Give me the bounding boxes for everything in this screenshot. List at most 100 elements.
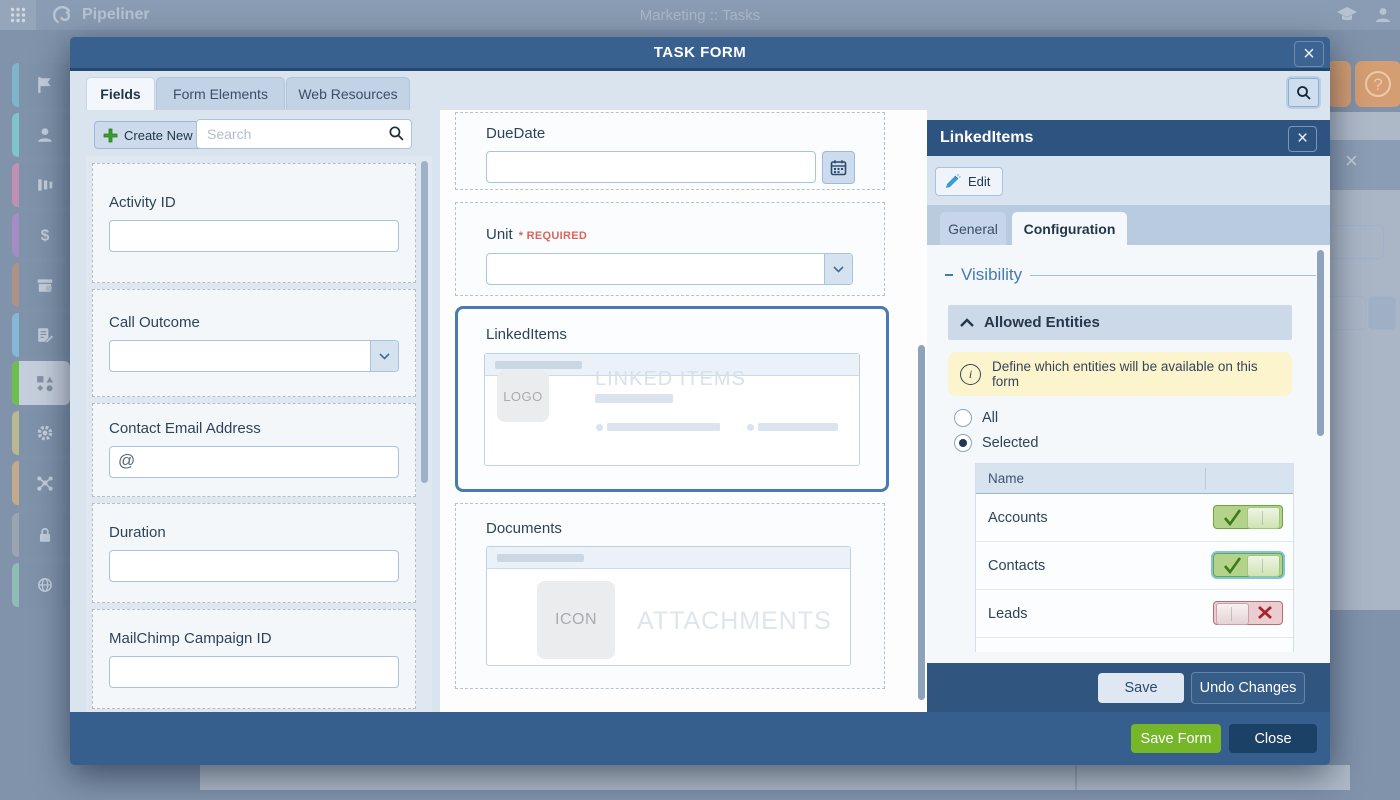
- sidebar-item-leads[interactable]: [12, 63, 70, 107]
- visibility-section-header[interactable]: Visibility: [945, 265, 1316, 285]
- web-icon: [36, 576, 54, 594]
- create-new-button[interactable]: Create New: [94, 121, 204, 149]
- academy-icon[interactable]: [1336, 6, 1358, 24]
- field-card-duration[interactable]: Duration: [92, 503, 416, 603]
- inspector-panel: LinkedItems × Edit General Configuration: [927, 120, 1330, 712]
- radio-option-all[interactable]: All: [954, 409, 998, 427]
- table-row-leads: Leads: [976, 590, 1293, 638]
- select-chevron-button[interactable]: [370, 341, 398, 371]
- required-note: * REQUIRED: [519, 230, 587, 242]
- brand: Pipeliner: [52, 0, 150, 30]
- widget-header: [487, 547, 850, 569]
- sidebar-item-security[interactable]: [12, 513, 70, 557]
- form-search-button[interactable]: [1288, 78, 1319, 107]
- dialog-close-button[interactable]: ×: [1294, 41, 1324, 67]
- allowed-entities-header[interactable]: Allowed Entities: [948, 305, 1292, 340]
- edit-label: Edit: [968, 174, 990, 189]
- linkeditems-widget-preview: LOGO LINKED ITEMS: [484, 353, 860, 466]
- tab-fields[interactable]: Fields: [86, 77, 155, 110]
- inspector-tabs: General Configuration: [927, 205, 1330, 245]
- form-canvas: DueDate Unit * REQUIRED: [440, 110, 927, 712]
- radio-option-selected[interactable]: Selected: [954, 434, 1038, 452]
- field-label: LinkedItems: [486, 326, 567, 343]
- table-row-partial: [976, 638, 1293, 652]
- entities-table: Name Accounts Contacts: [975, 463, 1294, 652]
- select-input[interactable]: [486, 253, 853, 285]
- text-input[interactable]: [109, 550, 399, 582]
- create-new-label: Create New: [124, 128, 193, 143]
- sidebar-item-forms[interactable]: [12, 313, 70, 357]
- inspector-scrollbar[interactable]: [1317, 250, 1324, 436]
- tile-strip: [12, 411, 19, 455]
- tab-label: Fields: [100, 86, 140, 102]
- tab-label: Configuration: [1024, 221, 1116, 237]
- field-card-contact-email[interactable]: Contact Email Address @: [92, 403, 416, 497]
- tile-strip: [12, 313, 19, 357]
- field-label-text: Unit: [486, 226, 513, 243]
- sidebar-item-settings[interactable]: [12, 411, 70, 455]
- undo-changes-button[interactable]: Undo Changes: [1191, 672, 1305, 704]
- inspector-header: LinkedItems: [927, 120, 1330, 156]
- user-icon[interactable]: [1374, 6, 1392, 24]
- field-label: DueDate: [486, 125, 545, 142]
- fields-icon: [35, 374, 54, 393]
- sidebar-item-contacts[interactable]: [12, 113, 70, 157]
- workspace-title: Marketing :: Tasks: [0, 0, 1400, 30]
- sidebar-item-products[interactable]: [12, 263, 70, 307]
- toggle-leads-off[interactable]: [1213, 601, 1283, 625]
- placeholder-bar: [497, 554, 584, 562]
- placeholder-dot: [747, 424, 754, 431]
- toggle-contacts-on[interactable]: [1213, 553, 1283, 577]
- undo-label: Undo Changes: [1200, 680, 1297, 696]
- tab-configuration[interactable]: Configuration: [1012, 212, 1127, 245]
- date-input[interactable]: [486, 151, 816, 183]
- settings-icon: [36, 424, 54, 442]
- canvas-row-duedate[interactable]: DueDate: [455, 112, 885, 190]
- plus-icon: [103, 128, 118, 143]
- calendar-button[interactable]: [822, 151, 855, 184]
- canvas-row-documents[interactable]: Documents ICON ATTACHMENTS: [455, 503, 885, 689]
- sidebar-item-sales[interactable]: $: [12, 213, 70, 257]
- forms-icon: [36, 326, 54, 344]
- save-button[interactable]: Save: [1098, 673, 1184, 703]
- radio-icon-checked[interactable]: [954, 434, 972, 452]
- screen: Marketing :: Tasks Pipeliner $: [0, 0, 1400, 800]
- dialog-title: TASK FORM: [654, 44, 747, 61]
- close-label: Close: [1254, 731, 1291, 747]
- text-input[interactable]: [109, 656, 399, 688]
- sidebar-item-fields[interactable]: [12, 361, 70, 405]
- chevron-down-icon: [833, 266, 844, 273]
- tab-web-resources[interactable]: Web Resources: [286, 77, 410, 110]
- pipeline-icon: [36, 176, 54, 194]
- fields-search-input[interactable]: [205, 121, 379, 147]
- close-button[interactable]: Close: [1229, 724, 1317, 753]
- background-input: [1322, 225, 1384, 259]
- background-divider: [1075, 765, 1077, 790]
- sidebar-item-pipeline[interactable]: [12, 163, 70, 207]
- field-label: Duration: [109, 524, 399, 541]
- email-input[interactable]: @: [109, 446, 399, 478]
- select-chevron-button[interactable]: [824, 254, 852, 284]
- sidebar-item-automation[interactable]: [12, 461, 70, 505]
- tab-form-elements[interactable]: Form Elements: [156, 77, 285, 110]
- canvas-row-unit[interactable]: Unit * REQUIRED: [455, 202, 885, 296]
- toggle-accounts-on[interactable]: [1213, 505, 1283, 529]
- text-input[interactable]: [109, 220, 399, 252]
- leads-icon: [36, 76, 54, 94]
- edit-button[interactable]: Edit: [935, 167, 1003, 196]
- radio-icon[interactable]: [954, 409, 972, 427]
- placeholder-bar: [495, 361, 582, 369]
- select-input[interactable]: [109, 340, 399, 372]
- tab-general[interactable]: General: [940, 212, 1006, 245]
- save-form-button[interactable]: Save Form: [1131, 724, 1221, 753]
- fields-scrollbar[interactable]: [421, 161, 428, 483]
- canvas-row-linkeditems[interactable]: LinkedItems LOGO LINKED ITEMS: [455, 306, 889, 492]
- fields-toolbar: Create New: [86, 110, 432, 156]
- sidebar-item-web[interactable]: [12, 563, 70, 607]
- dialog-footer: Save Form Close: [70, 712, 1330, 765]
- field-card-activity-id[interactable]: Activity ID: [92, 163, 416, 283]
- canvas-scrollbar[interactable]: [918, 345, 925, 700]
- field-card-mailchimp[interactable]: MailChimp Campaign ID: [92, 609, 416, 709]
- field-card-call-outcome[interactable]: Call Outcome: [92, 289, 416, 397]
- inspector-close-button[interactable]: ×: [1288, 126, 1317, 152]
